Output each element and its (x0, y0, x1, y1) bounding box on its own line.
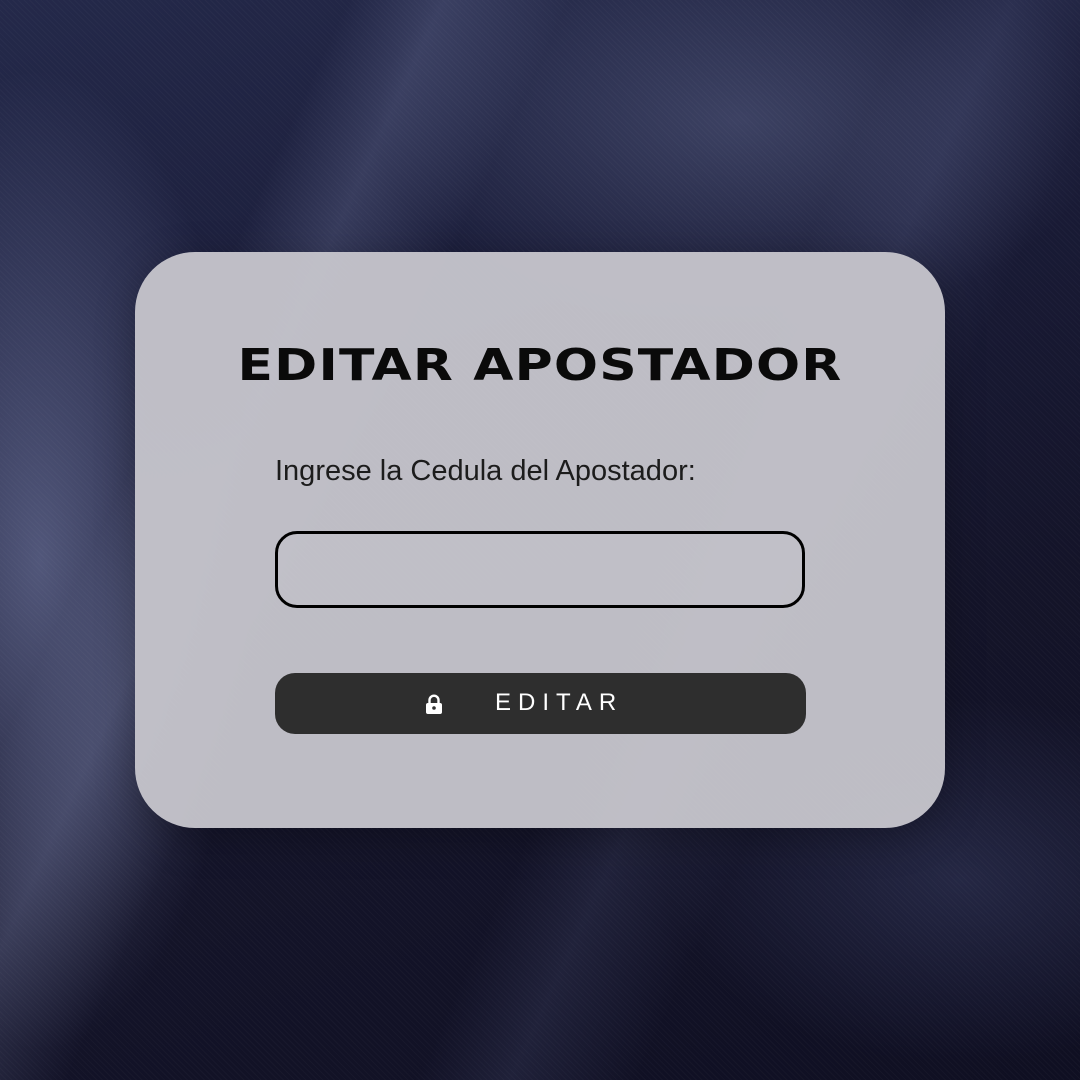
lock-icon (426, 694, 442, 714)
edit-bettor-card: EDITAR APOSTADOR Ingrese la Cedula del A… (135, 252, 945, 828)
page-title: EDITAR APOSTADOR (237, 340, 843, 391)
edit-button-label: EDITAR (495, 689, 624, 716)
cedula-field-label: Ingrese la Cedula del Apostador: (275, 455, 696, 487)
edit-button[interactable]: EDITAR (275, 673, 806, 734)
cedula-input[interactable] (275, 531, 805, 608)
